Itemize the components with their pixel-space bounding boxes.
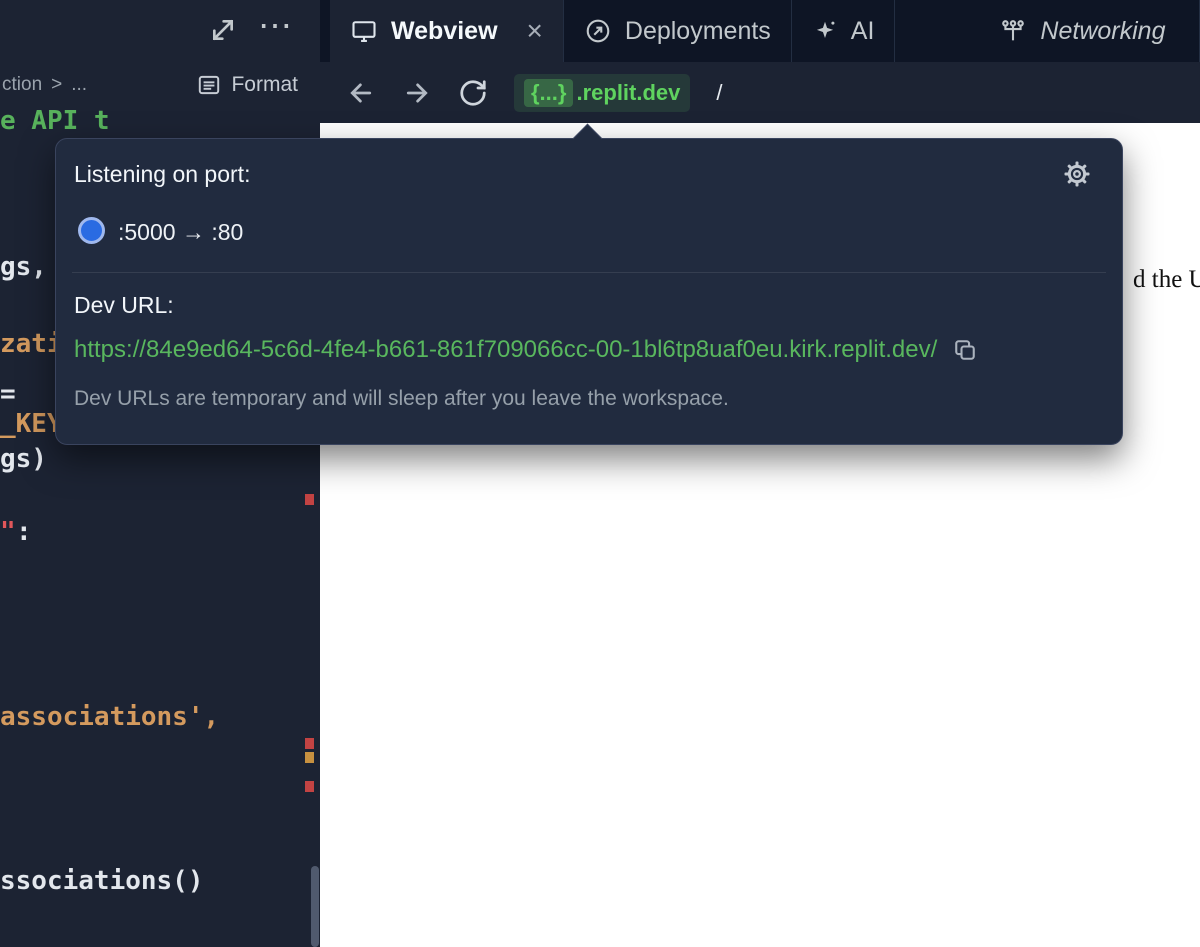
overview-ruler-mark	[305, 781, 314, 792]
tab-networking[interactable]: Networking	[975, 0, 1200, 62]
back-icon[interactable]	[346, 78, 376, 108]
ai-icon	[812, 18, 838, 44]
format-icon	[196, 72, 222, 98]
tab-label: AI	[851, 17, 875, 46]
dev-url-label: Dev URL:	[74, 292, 174, 319]
more-options-icon[interactable]: ⋯	[258, 4, 294, 48]
expand-pane-button[interactable]	[207, 14, 239, 46]
tab-label: Webview	[391, 17, 498, 46]
close-tab-icon[interactable]: ×	[527, 17, 543, 45]
settings-button[interactable]	[1062, 159, 1092, 194]
code-fragment: gs)	[0, 444, 47, 474]
address-bar[interactable]: {...} .replit.dev	[514, 74, 690, 112]
breadcrumb-trail: ction	[2, 74, 42, 96]
page-text-fragment: d the U	[1133, 266, 1200, 294]
gear-icon	[1062, 159, 1092, 189]
breadcrumb[interactable]: ction > ...	[2, 74, 87, 96]
port-popover: Listening on port: :5000 → :80 Dev URL: …	[55, 138, 1123, 445]
code-fragment: zati	[0, 329, 63, 359]
code-fragment: gs,	[0, 252, 47, 282]
collapsed-domain-badge[interactable]: {...}	[524, 79, 573, 107]
overview-ruler-mark	[305, 752, 314, 763]
code-fragment: associations',	[0, 702, 219, 732]
tab-deployments[interactable]: Deployments	[564, 0, 792, 62]
editor-scrollbar[interactable]	[311, 866, 319, 947]
deployments-icon	[584, 17, 612, 45]
format-button[interactable]: Format	[196, 72, 298, 98]
networking-icon	[999, 17, 1027, 45]
copy-icon	[951, 336, 979, 364]
dev-url-note: Dev URLs are temporary and will sleep af…	[74, 387, 729, 411]
format-label: Format	[231, 73, 298, 97]
dev-url-row: https://84e9ed64-5c6d-4fe4-b661-861f7090…	[74, 336, 979, 364]
code-fragment: =	[0, 379, 16, 409]
url-path: /	[716, 80, 722, 106]
tab-label: Networking	[1040, 17, 1165, 46]
tab-label: Deployments	[625, 17, 771, 46]
overview-ruler-mark	[305, 494, 314, 505]
code-fragment: _KEY	[0, 409, 63, 439]
expand-icon	[207, 14, 239, 46]
tab-bar: Webview × Deployments AI	[320, 0, 1200, 62]
overview-ruler-mark	[305, 738, 314, 749]
browser-toolbar: {...} .replit.dev /	[320, 62, 1200, 123]
tab-ai[interactable]: AI	[792, 0, 896, 62]
breadcrumb-collapsed[interactable]: ...	[71, 74, 87, 96]
forward-icon[interactable]	[402, 78, 432, 108]
refresh-icon[interactable]	[458, 78, 488, 108]
code-fragment: e API t	[0, 106, 110, 136]
breadcrumb-separator-icon: >	[51, 74, 62, 96]
tab-webview[interactable]: Webview ×	[330, 0, 564, 62]
port-status-dot	[78, 217, 105, 244]
port-mapping: :5000 → :80	[118, 219, 243, 246]
domain-text: .replit.dev	[576, 80, 680, 106]
code-fragment: ssociations()	[0, 866, 204, 896]
listening-label: Listening on port:	[74, 161, 250, 188]
dev-url-link[interactable]: https://84e9ed64-5c6d-4fe4-b661-861f7090…	[74, 336, 937, 364]
code-fragment: "	[0, 517, 16, 547]
copy-url-button[interactable]	[951, 336, 979, 364]
divider	[72, 272, 1106, 273]
code-fragment: :	[16, 517, 32, 547]
monitor-icon	[350, 17, 378, 45]
